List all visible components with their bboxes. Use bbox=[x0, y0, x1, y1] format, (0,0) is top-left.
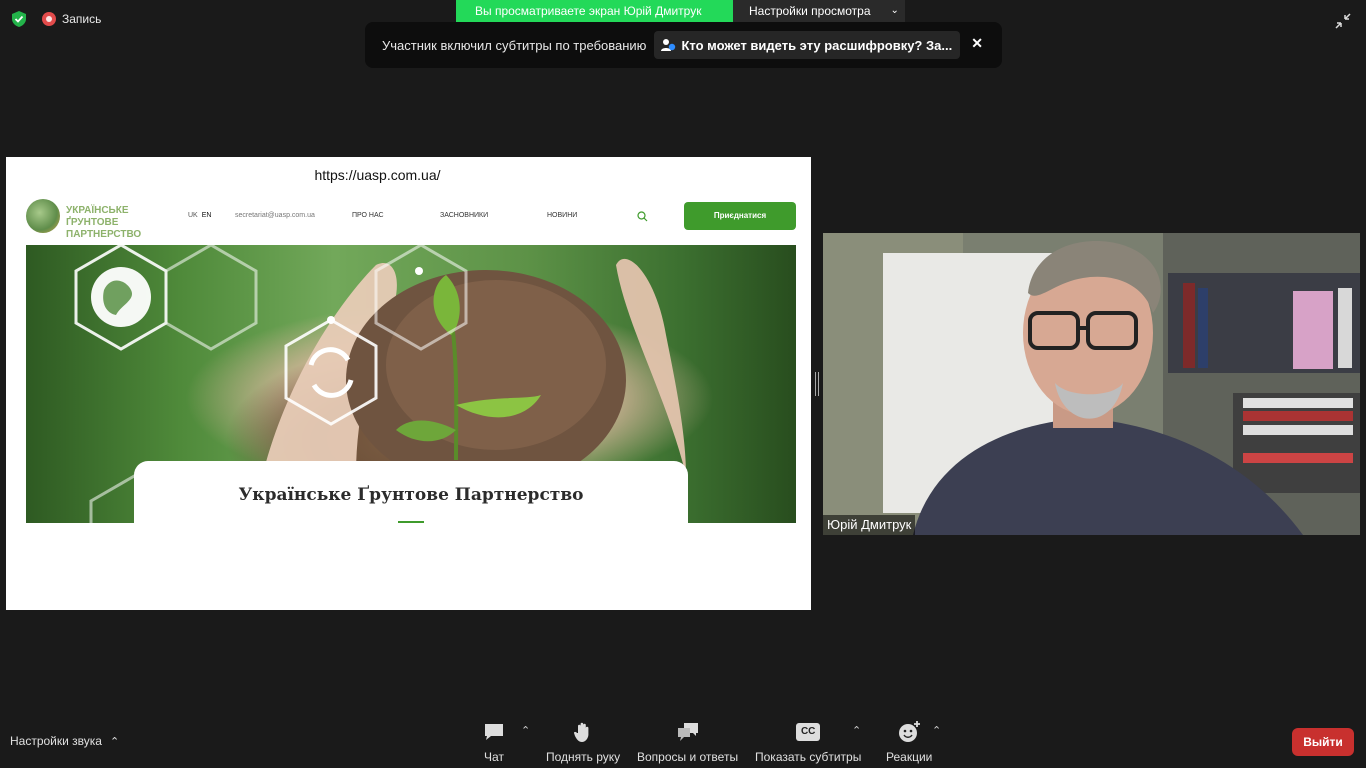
meeting-status: Запись bbox=[10, 10, 101, 28]
participants-icon bbox=[661, 39, 676, 51]
participant-video[interactable]: Юрій Дмитрук bbox=[823, 233, 1360, 535]
qa-icon bbox=[677, 723, 698, 741]
captions-notification: Участник включил субтитры по требованию … bbox=[365, 22, 1002, 68]
close-icon[interactable]: ✕ bbox=[971, 35, 983, 52]
search-icon bbox=[637, 211, 648, 222]
raise-hand-icon bbox=[574, 722, 589, 742]
site-logo-icon bbox=[26, 199, 60, 233]
site-email: secretariat@uasp.com.ua bbox=[235, 212, 315, 219]
view-settings-button[interactable]: Настройки просмотра ⌄ bbox=[733, 0, 905, 22]
chat-label: Чат bbox=[484, 750, 504, 764]
site-header: УКРАЇНСЬКЕ ҐРУНТОВЕ ПАРТНЕРСТВО UK EN sec… bbox=[26, 199, 796, 240]
site-logo-text: УКРАЇНСЬКЕ ҐРУНТОВЕ ПАРТНЕРСТВО bbox=[66, 205, 142, 240]
qa-label: Вопросы и ответы bbox=[637, 750, 739, 764]
viewing-screen-label: Вы просматриваете экран Юрій Дмитрук bbox=[456, 0, 733, 22]
reactions-emoji-icon bbox=[899, 721, 921, 742]
nav-news: НОВИНИ bbox=[547, 212, 578, 219]
shared-screen: https://uasp.com.ua/ УКРАЇНСЬКЕ ҐРУНТОВЕ… bbox=[6, 157, 811, 610]
hero-card: Українське Ґрунтове Партнерство bbox=[134, 461, 688, 523]
show-captions-label: Показать субтитры bbox=[755, 750, 862, 764]
nav-about: ПРО НАС bbox=[352, 212, 384, 219]
hero-underline bbox=[398, 521, 424, 523]
hero-banner: Українське Ґрунтове Партнерство bbox=[26, 245, 796, 523]
recording-label: Запись bbox=[62, 12, 102, 26]
participant-name-tag: Юрій Дмитрук bbox=[823, 515, 916, 535]
sound-settings-label: Настройки звука bbox=[10, 734, 102, 748]
nav-founders: ЗАСНОВНИКИ bbox=[440, 212, 489, 219]
panel-resize-handle[interactable] bbox=[815, 372, 819, 396]
transcript-visibility-link[interactable]: Кто может видеть эту расшифровку? За... bbox=[654, 31, 961, 59]
reactions-options-chevron-icon[interactable]: ⌃ bbox=[932, 724, 941, 737]
leave-button[interactable]: Выйти bbox=[1292, 728, 1354, 756]
sound-settings-button[interactable]: Настройки звука ⌃ bbox=[10, 734, 119, 748]
chat-button[interactable]: Чат bbox=[482, 720, 506, 764]
raise-hand-label: Поднять руку bbox=[546, 750, 621, 764]
show-captions-button[interactable]: CC Показать субтитры bbox=[755, 720, 861, 764]
closed-captions-icon: CC bbox=[796, 723, 821, 741]
reactions-button[interactable]: Реакции bbox=[886, 720, 932, 764]
chevron-up-icon: ⌃ bbox=[109, 735, 120, 748]
recording-icon bbox=[42, 12, 56, 26]
lang-en: EN bbox=[201, 212, 212, 219]
chat-options-chevron-icon[interactable]: ⌃ bbox=[521, 724, 530, 737]
exit-fullscreen-icon[interactable] bbox=[1334, 12, 1352, 30]
screen-share-banner: Вы просматриваете экран Юрій Дмитрук Нас… bbox=[456, 0, 905, 22]
video-frame-illustration bbox=[823, 233, 1360, 535]
recording-indicator[interactable]: Запись bbox=[42, 12, 101, 26]
notification-text: Участник включил субтитры по требованию bbox=[382, 37, 647, 53]
view-settings-label: Настройки просмотра bbox=[749, 4, 871, 18]
transcript-visibility-label: Кто может видеть эту расшифровку? За... bbox=[681, 37, 953, 53]
raise-hand-button[interactable]: Поднять руку bbox=[546, 720, 620, 764]
security-shield-icon[interactable] bbox=[10, 10, 28, 28]
qa-button[interactable]: Вопросы и ответы bbox=[637, 720, 738, 764]
hero-title: Українське Ґрунтове Партнерство bbox=[238, 485, 584, 505]
language-switch: UK EN bbox=[188, 212, 211, 219]
chat-icon bbox=[485, 724, 503, 740]
join-button: Приєднатися bbox=[684, 202, 796, 230]
reactions-label: Реакции bbox=[886, 750, 933, 764]
captions-options-chevron-icon[interactable]: ⌃ bbox=[852, 724, 861, 737]
chevron-down-icon: ⌄ bbox=[890, 5, 899, 16]
lang-uk: UK bbox=[188, 212, 198, 219]
site-url: https://uasp.com.ua/ bbox=[314, 167, 441, 183]
